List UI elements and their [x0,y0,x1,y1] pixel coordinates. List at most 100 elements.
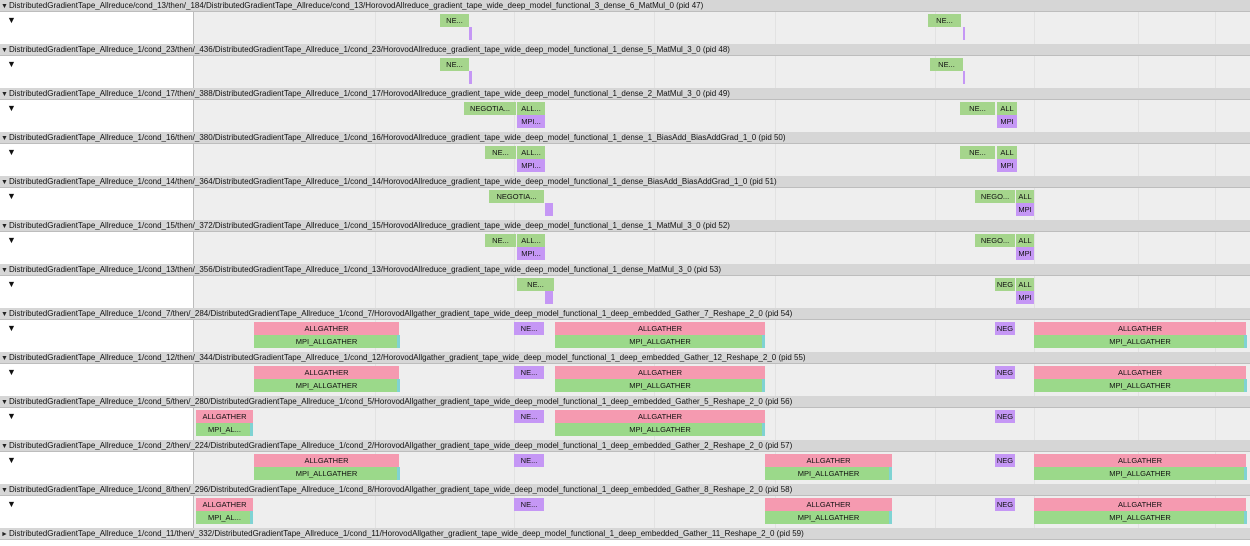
mpi-slice[interactable] [545,291,553,304]
triangle-down-icon[interactable]: ▼ [0,221,9,231]
triangle-down-icon[interactable]: ▼ [7,147,16,157]
triangle-down-icon[interactable]: ▼ [0,265,9,275]
triangle-right-icon[interactable]: ► [0,529,9,539]
mpi-allgather-slice[interactable]: MPI_ALLGATHER [765,467,892,480]
triangle-down-icon[interactable]: ▼ [7,59,16,69]
allgather-slice[interactable]: ALLGATHER [555,322,765,335]
mpi-allgather-slice[interactable]: MPI_ALLGATHER [1034,467,1246,480]
mpi-slice[interactable] [963,27,965,40]
mpi-slice[interactable]: NEG [995,454,1015,467]
triangle-down-icon[interactable]: ▼ [7,103,16,113]
negotiate-slice[interactable]: NE... [485,234,516,247]
mpi-slice[interactable]: MPI [1016,247,1034,260]
allreduce-slice[interactable]: ALL [1016,190,1034,203]
process-header[interactable]: ▼DistributedGradientTape_Allreduce_1/con… [0,132,1250,144]
mpi-slice[interactable] [469,27,472,40]
mpi-slice[interactable]: NEG [995,366,1015,379]
mpi-allgather-slice[interactable]: MPI_ALLGATHER [1034,335,1246,348]
mpi-allgather-slice[interactable]: MPI_ALLGATHER [1034,379,1246,392]
triangle-down-icon[interactable]: ▼ [0,441,9,451]
allgather-slice[interactable]: ALLGATHER [765,498,892,511]
allreduce-slice[interactable]: ALL... [517,234,545,247]
negotiate-slice[interactable]: NE... [440,58,469,71]
mpi-slice[interactable]: NE... [514,498,544,511]
allgather-slice[interactable]: ALLGATHER [254,366,399,379]
negotiate-slice[interactable]: NE... [930,58,963,71]
negotiate-slice[interactable]: NE... [485,146,516,159]
triangle-down-icon[interactable]: ▼ [7,235,16,245]
negotiate-slice[interactable]: NE... [960,146,995,159]
triangle-down-icon[interactable]: ▼ [7,279,16,289]
allgather-slice[interactable]: ALLGATHER [254,454,399,467]
mpi-allgather-slice[interactable]: MPI_ALLGATHER [254,335,399,348]
mpi-allgather-slice[interactable]: MPI_ALLGATHER [254,467,399,480]
mpi-allgather-slice[interactable]: MPI_ALLGATHER [555,423,765,436]
triangle-down-icon[interactable]: ▼ [0,1,9,11]
negotiate-slice[interactable]: NE... [928,14,961,27]
allgather-slice[interactable]: ALLGATHER [1034,498,1246,511]
process-header[interactable]: ▼DistributedGradientTape_Allreduce_1/con… [0,352,1250,364]
triangle-down-icon[interactable]: ▼ [0,133,9,143]
allgather-slice[interactable]: ALLGATHER [196,410,253,423]
triangle-down-icon[interactable]: ▼ [0,485,9,495]
negotiate-slice[interactable]: NE... [440,14,469,27]
triangle-down-icon[interactable]: ▼ [7,455,16,465]
allreduce-slice[interactable]: ALL [1016,278,1034,291]
mpi-slice[interactable]: MPI... [517,159,545,172]
triangle-down-icon[interactable]: ▼ [0,353,9,363]
mpi-slice[interactable] [963,71,965,84]
allgather-slice[interactable]: ALLGATHER [555,366,765,379]
triangle-down-icon[interactable]: ▼ [7,191,16,201]
process-header[interactable]: ▼DistributedGradientTape_Allreduce_1/con… [0,176,1250,188]
mpi-allgather-slice[interactable]: MPI_ALLGATHER [555,335,765,348]
mpi-slice[interactable]: MPI... [517,247,545,260]
allgather-slice[interactable]: ALLGATHER [1034,322,1246,335]
mpi-allgather-slice[interactable]: MPI_ALLGATHER [254,379,399,392]
triangle-down-icon[interactable]: ▼ [7,499,16,509]
mpi-allgather-slice[interactable]: MPI_ALLGATHER [765,511,892,524]
mpi-slice[interactable]: MPI [1016,291,1034,304]
mpi-allgather-slice[interactable]: MPI_ALLGATHER [555,379,765,392]
mpi-slice[interactable]: NE... [514,410,544,423]
negotiate-slice[interactable]: NE... [960,102,995,115]
process-header[interactable]: ▼DistributedGradientTape_Allreduce_1/con… [0,264,1250,276]
allgather-slice[interactable]: ALLGATHER [555,410,765,423]
allgather-slice[interactable]: ALLGATHER [1034,454,1246,467]
allgather-slice[interactable]: ALLGATHER [196,498,253,511]
mpi-allgather-slice[interactable]: MPI_AL... [196,423,253,436]
mpi-slice[interactable] [469,71,472,84]
mpi-slice[interactable]: NEG [995,498,1015,511]
triangle-down-icon[interactable]: ▼ [0,397,9,407]
mpi-slice[interactable]: NE... [514,366,544,379]
negotiate-slice[interactable]: NE... [517,278,554,291]
triangle-down-icon[interactable]: ▼ [7,367,16,377]
negotiate-slice[interactable]: NEG [995,278,1015,291]
negotiate-slice[interactable]: NEGO... [975,190,1015,203]
process-header[interactable]: ▼DistributedGradientTape_Allreduce_1/con… [0,308,1250,320]
mpi-slice[interactable]: NE... [514,454,544,467]
triangle-down-icon[interactable]: ▼ [7,15,16,25]
allreduce-slice[interactable]: ALL... [517,146,545,159]
mpi-slice[interactable]: NEG [995,410,1015,423]
negotiate-slice[interactable]: NEGO... [975,234,1015,247]
process-header[interactable]: ►DistributedGradientTape_Allreduce_1/con… [0,528,1250,540]
mpi-slice[interactable]: MPI [1016,203,1034,216]
allreduce-slice[interactable]: ALL [997,146,1017,159]
mpi-slice[interactable]: NEG [995,322,1015,335]
negotiate-slice[interactable]: NEGOTIA... [464,102,516,115]
process-header[interactable]: ▼DistributedGradientTape_Allreduce_1/con… [0,44,1250,56]
process-header[interactable]: ▼DistributedGradientTape_Allreduce_1/con… [0,88,1250,100]
process-header[interactable]: ▼DistributedGradientTape_Allreduce_1/con… [0,396,1250,408]
triangle-down-icon[interactable]: ▼ [7,323,16,333]
mpi-slice[interactable]: NE... [514,322,544,335]
triangle-down-icon[interactable]: ▼ [0,177,9,187]
mpi-slice[interactable]: MPI [997,115,1017,128]
process-header[interactable]: ▼DistributedGradientTape_Allreduce_1/con… [0,220,1250,232]
mpi-allgather-slice[interactable]: MPI_AL... [196,511,253,524]
negotiate-slice[interactable]: NEGOTIA... [489,190,544,203]
triangle-down-icon[interactable]: ▼ [0,89,9,99]
process-header[interactable]: ▼DistributedGradientTape_Allreduce_1/con… [0,484,1250,496]
process-header[interactable]: ▼DistributedGradientTape_Allreduce_1/con… [0,440,1250,452]
mpi-slice[interactable]: MPI... [517,115,545,128]
allgather-slice[interactable]: ALLGATHER [765,454,892,467]
